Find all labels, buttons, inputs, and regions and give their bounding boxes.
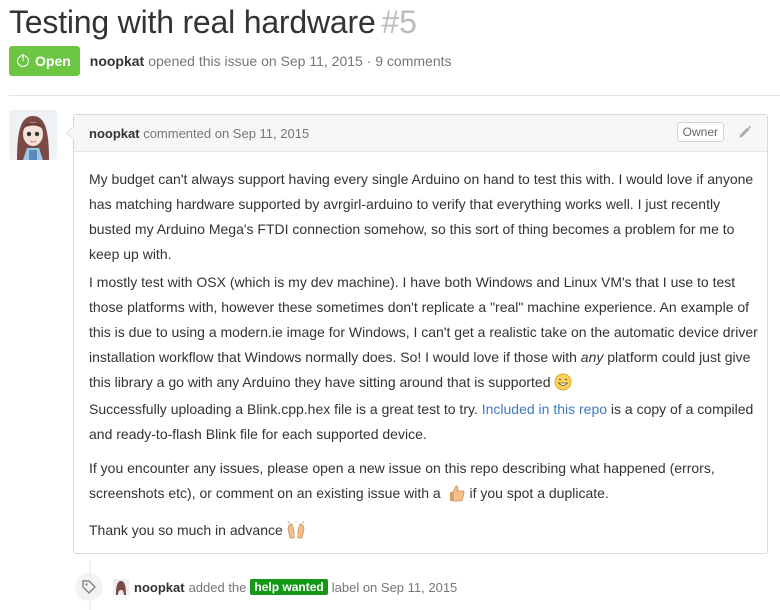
paragraph-5-text: Thank you so much in advance [89, 522, 283, 538]
state-badge: Open [9, 46, 80, 76]
paragraph-3-text: Successfully uploading a Blink.cpp.hex f… [89, 401, 482, 417]
issue-author-link[interactable]: noopkat [90, 53, 144, 69]
thumbs-up-emoji-icon [448, 484, 466, 510]
grin-emoji-icon [554, 373, 572, 399]
paragraph-4-text-end: if you spot a duplicate. [465, 485, 609, 501]
comment-author-link[interactable]: noopkat [89, 126, 140, 141]
header-divider [9, 95, 780, 96]
paragraph-5: Thank you so much in advance [89, 518, 759, 547]
paragraph-1: My budget can't always support having ev… [89, 171, 754, 262]
paragraph-3: Successfully uploading a Blink.cpp.hex f… [89, 397, 759, 447]
issue-opened-text: opened this issue on Sep 11, 2015 · 9 co… [148, 53, 452, 69]
comment-header: noopkat commented on Sep 11, 2015 Owner [74, 115, 767, 152]
raised-hands-emoji-icon [286, 521, 306, 547]
comment-timestamp: commented on Sep 11, 2015 [143, 126, 310, 141]
avatar[interactable] [9, 110, 57, 160]
help-wanted-label[interactable]: help wanted [250, 579, 328, 595]
pencil-icon[interactable] [737, 124, 753, 140]
state-label: Open [35, 53, 71, 69]
owner-badge: Owner [676, 122, 724, 142]
issue-meta: Open noopkat opened this issue on Sep 11… [9, 46, 452, 76]
comment-byline: noopkat commented on Sep 11, 2015 [89, 126, 309, 141]
comment-box: noopkat commented on Sep 11, 2015 Owner … [66, 114, 768, 554]
avatar-illustration [9, 110, 57, 160]
event-post-text: label on Sep 11, 2015 [331, 579, 458, 595]
issue-number: #5 [381, 4, 417, 40]
issue-title-text: Testing with real hardware [9, 4, 376, 40]
tag-icon [75, 573, 103, 601]
included-in-repo-link[interactable]: Included in this repo [482, 401, 607, 417]
event-author-link[interactable]: noopkat [134, 580, 185, 595]
event-pre-text: added the [188, 579, 247, 595]
event-avatar[interactable] [113, 579, 129, 595]
issue-title: Testing with real hardware #5 [9, 2, 417, 42]
paragraph-4: If you encounter any issues, please open… [89, 456, 759, 510]
paragraph-2: I mostly test with OSX (which is my dev … [89, 270, 759, 399]
label-event: noopkat added the help wanted label on S… [75, 573, 457, 601]
emphasis-any: any [580, 349, 604, 365]
paragraph-4-text: If you encounter any issues, please open… [89, 460, 715, 501]
issue-opened-icon [17, 53, 29, 67]
